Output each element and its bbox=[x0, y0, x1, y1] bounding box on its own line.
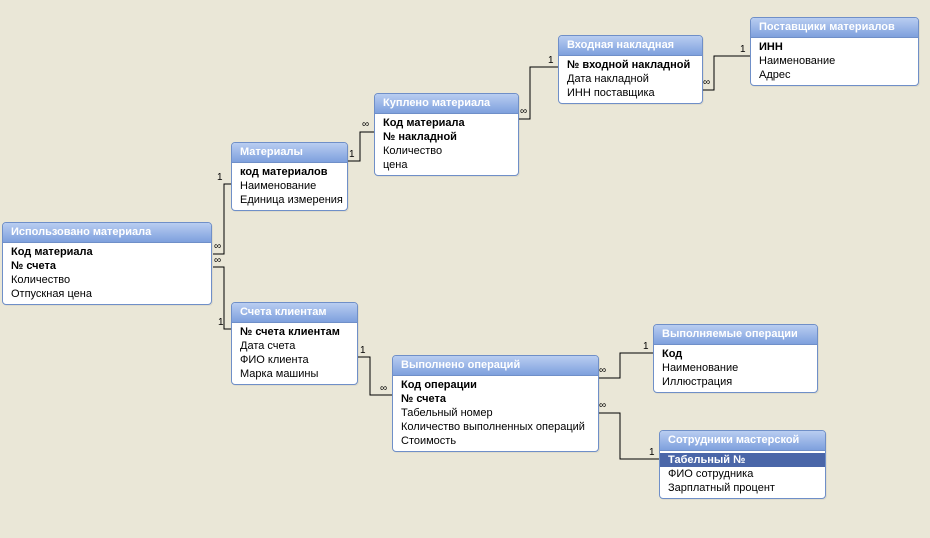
card-many: ∞ bbox=[599, 365, 606, 376]
entity-title: Сотрудники мастерской bbox=[660, 431, 825, 451]
entity-fields: ИНН Наименование Адрес bbox=[751, 38, 918, 85]
field[interactable]: Отпускная цена bbox=[3, 287, 211, 301]
entity-suppliers[interactable]: Поставщики материалов ИНН Наименование А… bbox=[750, 17, 919, 86]
entity-operations[interactable]: Выполняемые операции Код Наименование Ил… bbox=[653, 324, 818, 393]
entity-incoming-invoice[interactable]: Входная накладная № входной накладной Да… bbox=[558, 35, 703, 104]
entity-fields: № счета клиентам Дата счета ФИО клиента … bbox=[232, 323, 357, 384]
field[interactable]: № счета bbox=[3, 259, 211, 273]
card-one: 1 bbox=[360, 345, 366, 356]
entity-title: Выполняемые операции bbox=[654, 325, 817, 345]
field[interactable]: код материалов bbox=[232, 165, 347, 179]
entity-title: Входная накладная bbox=[559, 36, 702, 56]
field[interactable]: цена bbox=[375, 158, 518, 172]
entity-bought-material[interactable]: Куплено материала Код материала № наклад… bbox=[374, 93, 519, 176]
card-one: 1 bbox=[218, 317, 224, 328]
field[interactable]: Код материала bbox=[3, 245, 211, 259]
entity-operations-done[interactable]: Выполнено операций Код операции № счета … bbox=[392, 355, 599, 452]
field[interactable]: Дата накладной bbox=[559, 72, 702, 86]
card-one: 1 bbox=[643, 341, 649, 352]
field[interactable]: Дата счета bbox=[232, 339, 357, 353]
card-one: 1 bbox=[740, 44, 746, 55]
card-many: ∞ bbox=[362, 119, 369, 130]
entity-fields: код материалов Наименование Единица изме… bbox=[232, 163, 347, 210]
field[interactable]: Код операции bbox=[393, 378, 598, 392]
card-one: 1 bbox=[217, 172, 223, 183]
card-many: ∞ bbox=[599, 400, 606, 411]
field[interactable]: Наименование bbox=[751, 54, 918, 68]
card-many: ∞ bbox=[703, 77, 710, 88]
card-one: 1 bbox=[649, 447, 655, 458]
field[interactable]: Количество bbox=[3, 273, 211, 287]
entity-title: Выполнено операций bbox=[393, 356, 598, 376]
field[interactable]: Иллюстрация bbox=[654, 375, 817, 389]
field[interactable]: Количество выполненных операций bbox=[393, 420, 598, 434]
card-many: ∞ bbox=[214, 255, 221, 266]
field[interactable]: Наименование bbox=[654, 361, 817, 375]
entity-title: Куплено материала bbox=[375, 94, 518, 114]
field[interactable]: Наименование bbox=[232, 179, 347, 193]
entity-client-invoices[interactable]: Счета клиентам № счета клиентам Дата сче… bbox=[231, 302, 358, 385]
entity-fields: № входной накладной Дата накладной ИНН п… bbox=[559, 56, 702, 103]
entity-used-material[interactable]: Использовано материала Код материала № с… bbox=[2, 222, 212, 305]
field[interactable]: Код материала bbox=[375, 116, 518, 130]
card-one: 1 bbox=[548, 55, 554, 66]
field[interactable]: Табельный номер bbox=[393, 406, 598, 420]
field[interactable]: ФИО сотрудника bbox=[660, 467, 825, 481]
field[interactable]: № счета bbox=[393, 392, 598, 406]
field[interactable]: № счета клиентам bbox=[232, 325, 357, 339]
field[interactable]: ИНН bbox=[751, 40, 918, 54]
field[interactable]: Зарплатный процент bbox=[660, 481, 825, 495]
field[interactable]: ФИО клиента bbox=[232, 353, 357, 367]
entity-title: Счета клиентам bbox=[232, 303, 357, 323]
field[interactable]: ИНН поставщика bbox=[559, 86, 702, 100]
entity-title: Поставщики материалов bbox=[751, 18, 918, 38]
entity-title: Использовано материала bbox=[3, 223, 211, 243]
entity-employees[interactable]: Сотрудники мастерской Табельный № ФИО со… bbox=[659, 430, 826, 499]
card-many: ∞ bbox=[214, 241, 221, 252]
field[interactable]: Марка машины bbox=[232, 367, 357, 381]
card-many: ∞ bbox=[380, 383, 387, 394]
field[interactable]: Стоимость bbox=[393, 434, 598, 448]
entity-fields: Код материала № счета Количество Отпускн… bbox=[3, 243, 211, 304]
entity-fields: Код материала № накладной Количество цен… bbox=[375, 114, 518, 175]
entity-fields: Код Наименование Иллюстрация bbox=[654, 345, 817, 392]
field[interactable]: Адрес bbox=[751, 68, 918, 82]
field[interactable]: Табельный № bbox=[660, 453, 825, 467]
entity-title: Материалы bbox=[232, 143, 347, 163]
card-one: 1 bbox=[349, 149, 355, 160]
entity-fields: Код операции № счета Табельный номер Кол… bbox=[393, 376, 598, 451]
field[interactable]: Количество bbox=[375, 144, 518, 158]
card-many: ∞ bbox=[520, 106, 527, 117]
field[interactable]: № накладной bbox=[375, 130, 518, 144]
entity-fields: Табельный № ФИО сотрудника Зарплатный пр… bbox=[660, 451, 825, 498]
field[interactable]: Единица измерения bbox=[232, 193, 347, 207]
field[interactable]: № входной накладной bbox=[559, 58, 702, 72]
entity-materials[interactable]: Материалы код материалов Наименование Ед… bbox=[231, 142, 348, 211]
field[interactable]: Код bbox=[654, 347, 817, 361]
